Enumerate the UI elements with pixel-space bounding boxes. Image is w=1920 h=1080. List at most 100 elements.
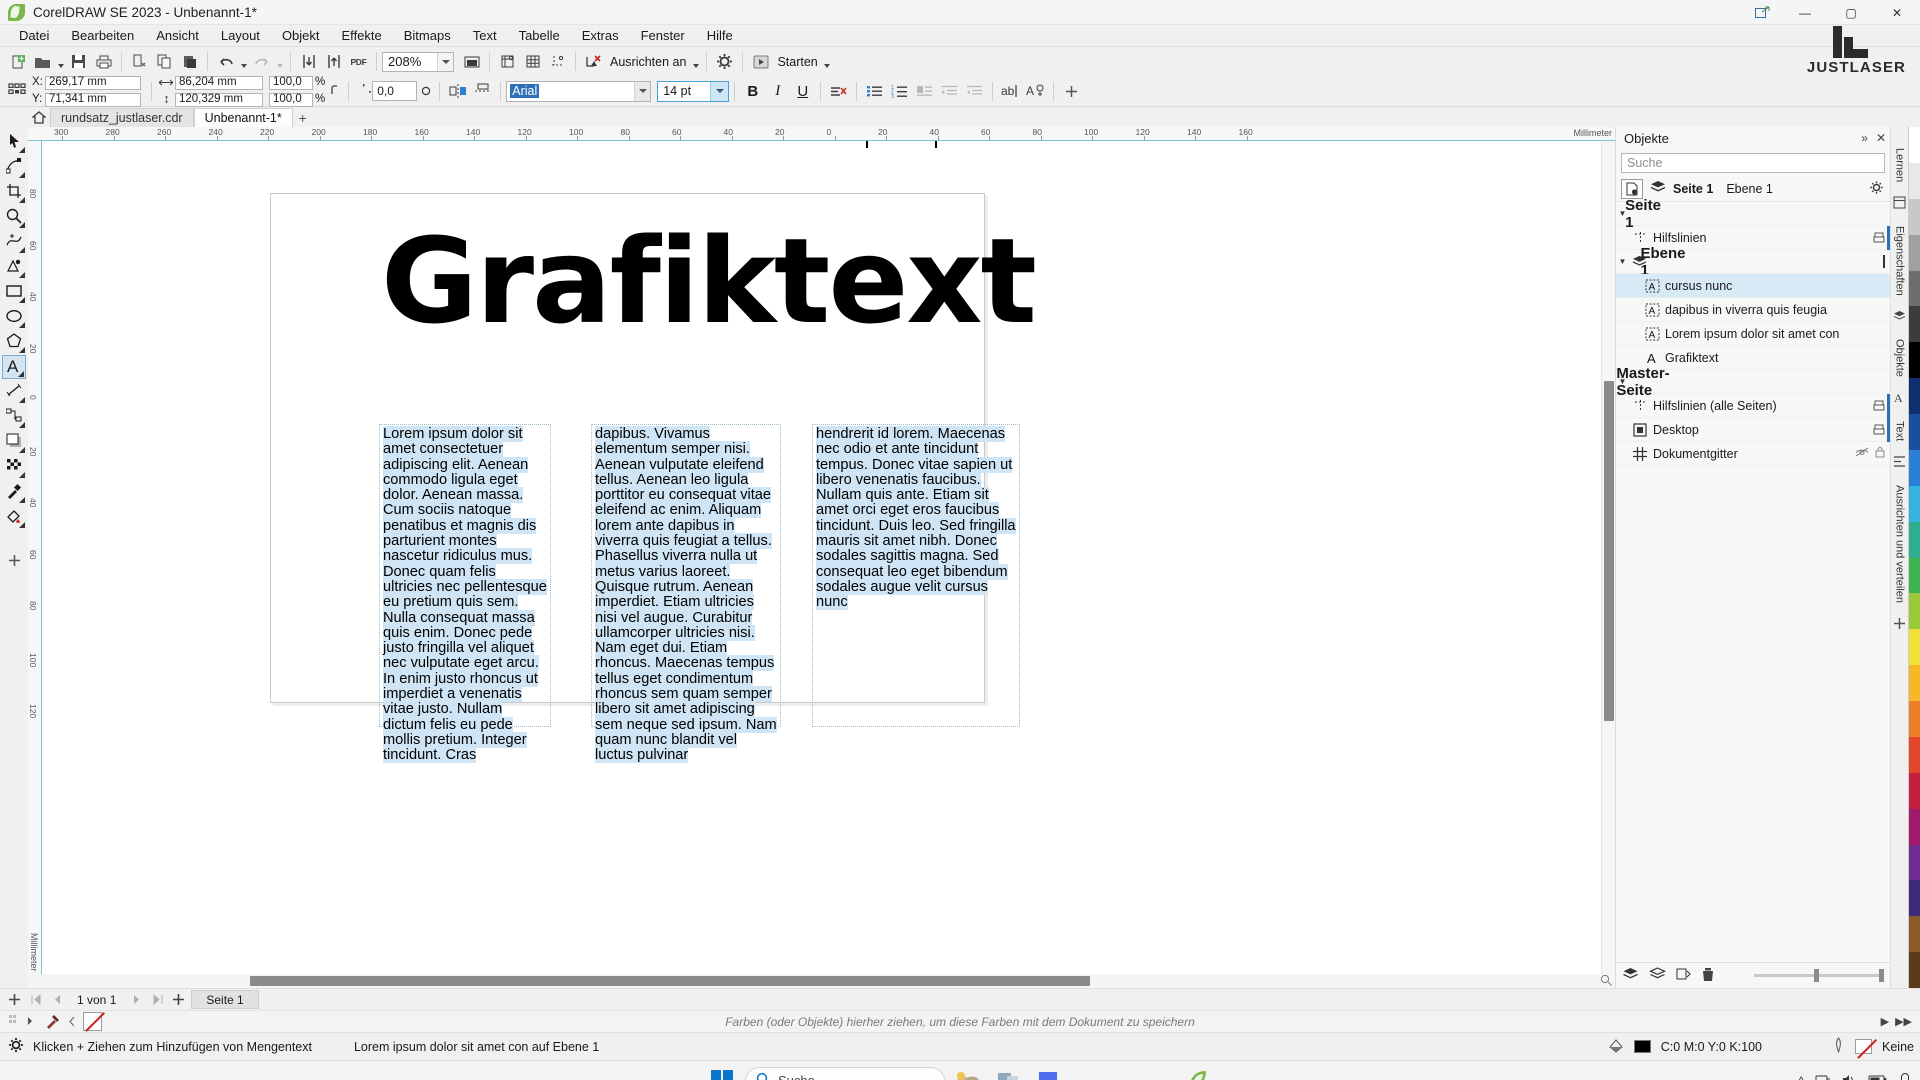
palette-swatch[interactable] (1909, 378, 1920, 414)
palette-swatch[interactable] (1909, 701, 1920, 737)
align-icon[interactable] (1893, 455, 1906, 471)
menu-layout[interactable]: Layout (210, 26, 271, 45)
bullet-list-icon[interactable] (862, 79, 887, 103)
new-page-layer-icon[interactable] (1621, 179, 1643, 199)
rail-item-text[interactable]: Text (1894, 421, 1906, 441)
palette-swatch[interactable] (1909, 845, 1920, 881)
undo-history-caret-icon[interactable] (238, 50, 249, 74)
palette-scroll-end-button[interactable]: ▶▶ (1895, 1015, 1912, 1028)
print-icon[interactable] (91, 50, 116, 74)
text-column-3[interactable]: hendrerit id lorem. Maecenas nec odio et… (812, 424, 1020, 727)
document-tab-rundsatz[interactable]: rundsatz_justlaser.cdr (50, 108, 194, 127)
palette-scroll-right-button[interactable]: ▶ (1881, 1015, 1889, 1028)
new-document-tab-button[interactable]: + (293, 108, 313, 127)
character-formatting-icon[interactable]: A (1023, 79, 1048, 103)
palette-swatch[interactable] (1909, 271, 1920, 307)
menu-fenster[interactable]: Fenster (630, 26, 696, 45)
palette-swatch[interactable] (1909, 809, 1920, 845)
smart-fill-tool[interactable] (2, 255, 26, 279)
objects-icon[interactable] (1893, 310, 1906, 325)
transparency-tool[interactable] (2, 455, 26, 479)
menu-effekte[interactable]: Effekte (331, 26, 393, 45)
interactive-fill-tool[interactable] (2, 505, 26, 529)
docker-search-input[interactable]: Suche (1621, 153, 1885, 173)
lock-icon[interactable] (1875, 446, 1885, 461)
outline-none-swatch[interactable] (1855, 1039, 1872, 1054)
snap-to-label[interactable]: Ausrichten an (606, 55, 690, 69)
mirror-vertical-icon[interactable] (470, 79, 495, 103)
outline-pen-icon[interactable] (1832, 1037, 1845, 1056)
menu-tabelle[interactable]: Tabelle (508, 26, 571, 45)
minimize-button[interactable]: — (1782, 0, 1828, 25)
snap-off-icon[interactable] (581, 50, 606, 74)
palette-swatch[interactable] (1909, 486, 1920, 522)
fill-color-icon[interactable] (1608, 1038, 1624, 1056)
previous-page-icon[interactable] (48, 991, 65, 1008)
close-button[interactable]: ✕ (1874, 0, 1920, 25)
menu-objekt[interactable]: Objekt (271, 26, 331, 45)
home-icon[interactable] (28, 108, 50, 127)
tree-row[interactable]: ▼ Seite 1 (1616, 202, 1890, 226)
tree-row[interactable]: Dokumentgitter (1616, 442, 1890, 466)
close-docker-icon[interactable]: ✕ (1876, 131, 1886, 145)
artistic-text-grafiktext[interactable]: Grafiktext (381, 222, 1035, 340)
palette-swatch[interactable] (1909, 342, 1920, 378)
freehand-tool[interactable] (2, 230, 26, 254)
vertical-scrollbar-thumb[interactable] (1604, 381, 1614, 721)
taskbar-task-view[interactable] (991, 1066, 1025, 1080)
save-icon[interactable] (66, 50, 91, 74)
parallel-dimension-tool[interactable] (2, 380, 26, 404)
zoom-tool[interactable] (2, 205, 26, 229)
zoom-canvas-icon[interactable] (1600, 974, 1612, 989)
notification-icon[interactable] (1898, 1072, 1912, 1080)
scroll-left-icon[interactable] (26, 1014, 39, 1029)
text-icon[interactable]: A (1893, 391, 1906, 407)
palette-swatch[interactable] (1909, 880, 1920, 916)
palette-swatch[interactable] (1909, 306, 1920, 342)
add-tool-button[interactable] (2, 550, 26, 574)
page-tab-seite-1[interactable]: Seite 1 (191, 990, 258, 1009)
palette-swatch[interactable] (1909, 450, 1920, 486)
object-origin-icon[interactable] (4, 79, 29, 103)
width-input[interactable]: 86,204 mm (175, 76, 263, 90)
palette-swatch[interactable] (1909, 952, 1920, 988)
horizontal-scrollbar[interactable] (28, 974, 1615, 988)
lock-ratio-icon[interactable] (327, 83, 343, 99)
maximize-button[interactable]: ▢ (1828, 0, 1874, 25)
new-layer-icon[interactable] (1622, 967, 1639, 985)
menu-ansicht[interactable]: Ansicht (145, 26, 210, 45)
no-fill-icon[interactable] (83, 1012, 102, 1031)
zoom-level-combo[interactable]: 208% (382, 52, 454, 72)
horizontal-scrollbar-thumb[interactable] (250, 976, 1090, 986)
document-tab-unbenannt[interactable]: Unbenannt-1* (194, 108, 293, 127)
launch-label[interactable]: Starten (773, 55, 821, 69)
add-page-icon[interactable] (6, 991, 23, 1008)
color-palette[interactable] (1908, 127, 1920, 988)
tree-row[interactable]: Hilfslinien (alle Seiten) (1616, 394, 1890, 418)
vertical-scrollbar[interactable] (1601, 141, 1615, 974)
taskbar-coreldraw[interactable] (1181, 1066, 1215, 1080)
snap-to-caret-icon[interactable] (690, 50, 701, 74)
menu-hilfe[interactable]: Hilfe (696, 26, 744, 45)
scale-width-input[interactable]: 100,0 (269, 76, 313, 90)
palette-swatch[interactable] (1909, 199, 1920, 235)
docker-current-layer[interactable]: Ebene 1 (1726, 182, 1773, 196)
taskbar-weather-widget[interactable] (951, 1066, 985, 1080)
tree-row[interactable]: A Lorem ipsum dolor sit amet con (1616, 322, 1890, 346)
show-guides-icon[interactable] (545, 50, 570, 74)
scale-height-input[interactable]: 100,0 (269, 93, 313, 107)
properties-icon[interactable] (1893, 196, 1906, 212)
tree-row[interactable]: ▼ Master-Seite (1616, 370, 1890, 394)
tray-chevron-up-icon[interactable]: ^ (1798, 1074, 1804, 1080)
palette-swatch[interactable] (1909, 522, 1920, 558)
print-visible-icon[interactable] (1873, 424, 1885, 436)
palette-swatch[interactable] (1909, 916, 1920, 952)
paste-icon[interactable] (177, 50, 202, 74)
numbered-list-icon[interactable]: 123 (887, 79, 912, 103)
menu-extras[interactable]: Extras (571, 26, 630, 45)
add-docker-icon[interactable] (1893, 617, 1906, 633)
palette-swatch[interactable] (1909, 665, 1920, 701)
drop-shadow-tool[interactable] (2, 430, 26, 454)
docker-current-page[interactable]: Seite 1 (1673, 182, 1713, 196)
height-input[interactable]: 120,329 mm (175, 93, 263, 107)
